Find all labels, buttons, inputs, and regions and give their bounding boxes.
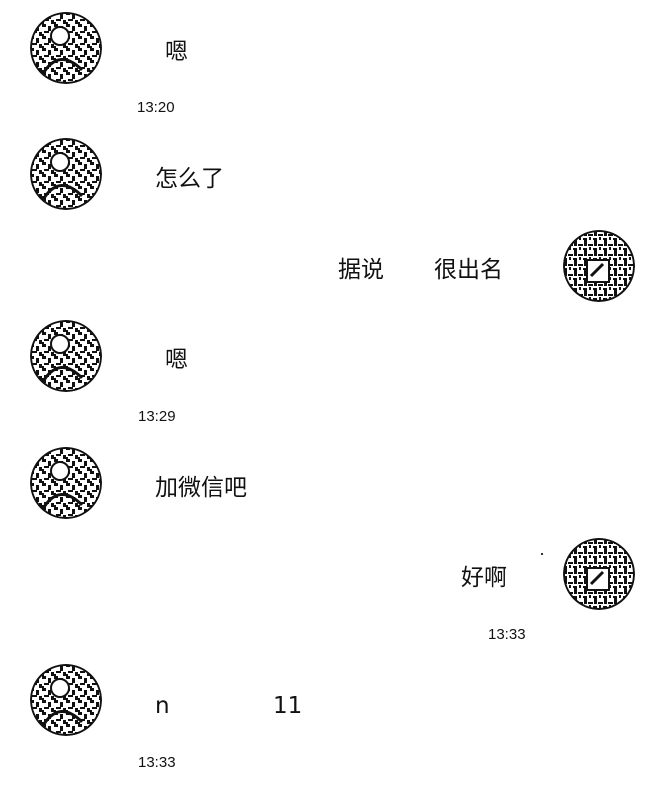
- message-text-part-1: 据说: [338, 257, 384, 283]
- message-timestamp: 13:33: [488, 626, 526, 643]
- message-timestamp: 13:33: [138, 754, 176, 771]
- message-text-part-1: n: [155, 693, 170, 719]
- contact-avatar[interactable]: [30, 320, 102, 392]
- read-marker: [541, 553, 543, 555]
- self-avatar[interactable]: [563, 538, 635, 610]
- user-avatar-icon: [30, 664, 102, 736]
- self-avatar[interactable]: [563, 230, 635, 302]
- message-text-part-2: 11: [273, 693, 303, 719]
- message-timestamp: 13:29: [138, 408, 176, 425]
- self-avatar-icon: [563, 230, 635, 302]
- message-text: 好啊: [461, 565, 507, 591]
- message-text: 嗯: [165, 347, 188, 373]
- message-timestamp: 13:20: [137, 99, 175, 116]
- message-text: 加微信吧: [155, 475, 247, 501]
- message-text: 怎么了: [155, 166, 224, 192]
- message-text: 嗯: [165, 39, 188, 65]
- message-text-part-2: 很出名: [434, 257, 503, 283]
- user-avatar-icon: [30, 447, 102, 519]
- user-avatar-icon: [30, 138, 102, 210]
- user-avatar-icon: [30, 12, 102, 84]
- contact-avatar[interactable]: [30, 138, 102, 210]
- self-avatar-icon: [563, 538, 635, 610]
- user-avatar-icon: [30, 320, 102, 392]
- contact-avatar[interactable]: [30, 447, 102, 519]
- contact-avatar[interactable]: [30, 12, 102, 84]
- contact-avatar[interactable]: [30, 664, 102, 736]
